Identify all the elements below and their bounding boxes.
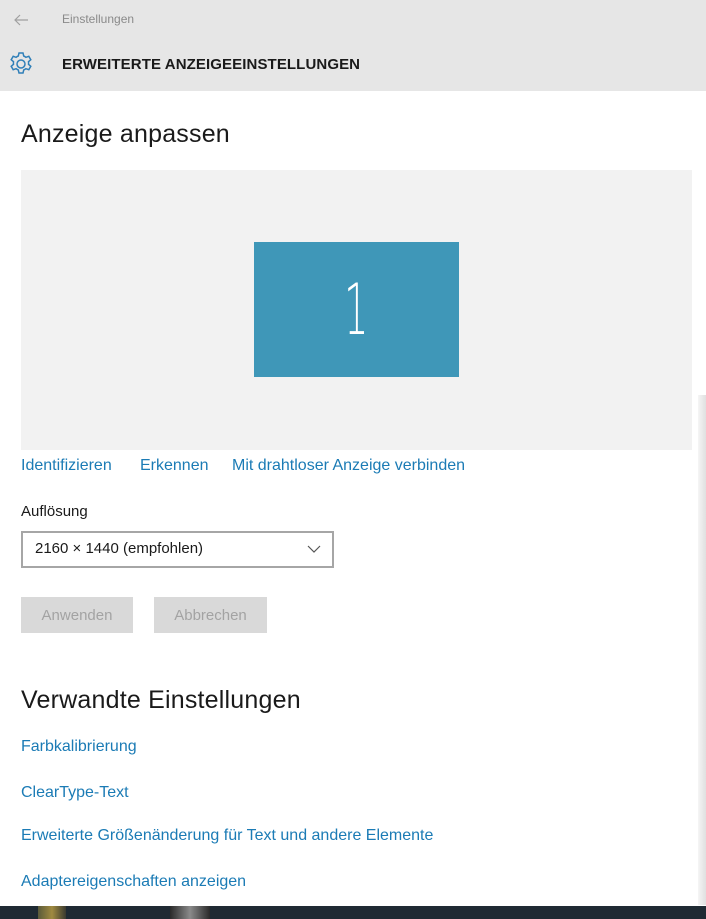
window-edge-shadow	[698, 395, 706, 905]
title-bar: Einstellungen ERWEITERTE ANZEIGEEINSTELL…	[0, 0, 706, 91]
apply-button[interactable]: Anwenden	[21, 597, 133, 633]
section-title: ERWEITERTE ANZEIGEEINSTELLUNGEN	[62, 56, 361, 73]
back-arrow-icon	[14, 14, 28, 26]
taskbar	[0, 906, 706, 919]
resolution-dropdown[interactable]: 2160 × 1440 (empfohlen)	[21, 531, 334, 568]
display-heading: Anzeige anpassen	[21, 120, 230, 148]
taskbar-app-icon[interactable]	[170, 906, 210, 919]
app-title: Einstellungen	[62, 12, 135, 26]
back-button[interactable]	[10, 9, 32, 31]
identify-link[interactable]: Identifizieren	[21, 457, 112, 475]
gear-icon	[10, 52, 32, 74]
color-calibration-link[interactable]: Farbkalibrierung	[21, 738, 137, 756]
monitor-number: 1	[344, 268, 369, 351]
settings-window: Einstellungen ERWEITERTE ANZEIGEEINSTELL…	[0, 0, 706, 919]
resolution-value: 2160 × 1440 (empfohlen)	[35, 540, 204, 557]
detect-link[interactable]: Erkennen	[140, 457, 209, 475]
related-heading: Verwandte Einstellungen	[21, 686, 301, 714]
display-arrangement-area: 1	[21, 170, 692, 450]
advanced-sizing-link[interactable]: Erweiterte Größenänderung für Text und a…	[21, 827, 433, 845]
cleartype-link[interactable]: ClearType-Text	[21, 784, 129, 802]
chevron-down-icon	[307, 545, 321, 553]
cancel-button[interactable]: Abbrechen	[154, 597, 267, 633]
taskbar-app-icon[interactable]	[38, 906, 66, 919]
monitor-tile-1[interactable]: 1	[254, 242, 459, 377]
resolution-label: Auflösung	[21, 503, 88, 520]
wireless-display-link[interactable]: Mit drahtloser Anzeige verbinden	[232, 457, 465, 475]
adapter-properties-link[interactable]: Adaptereigenschaften anzeigen	[21, 873, 246, 891]
